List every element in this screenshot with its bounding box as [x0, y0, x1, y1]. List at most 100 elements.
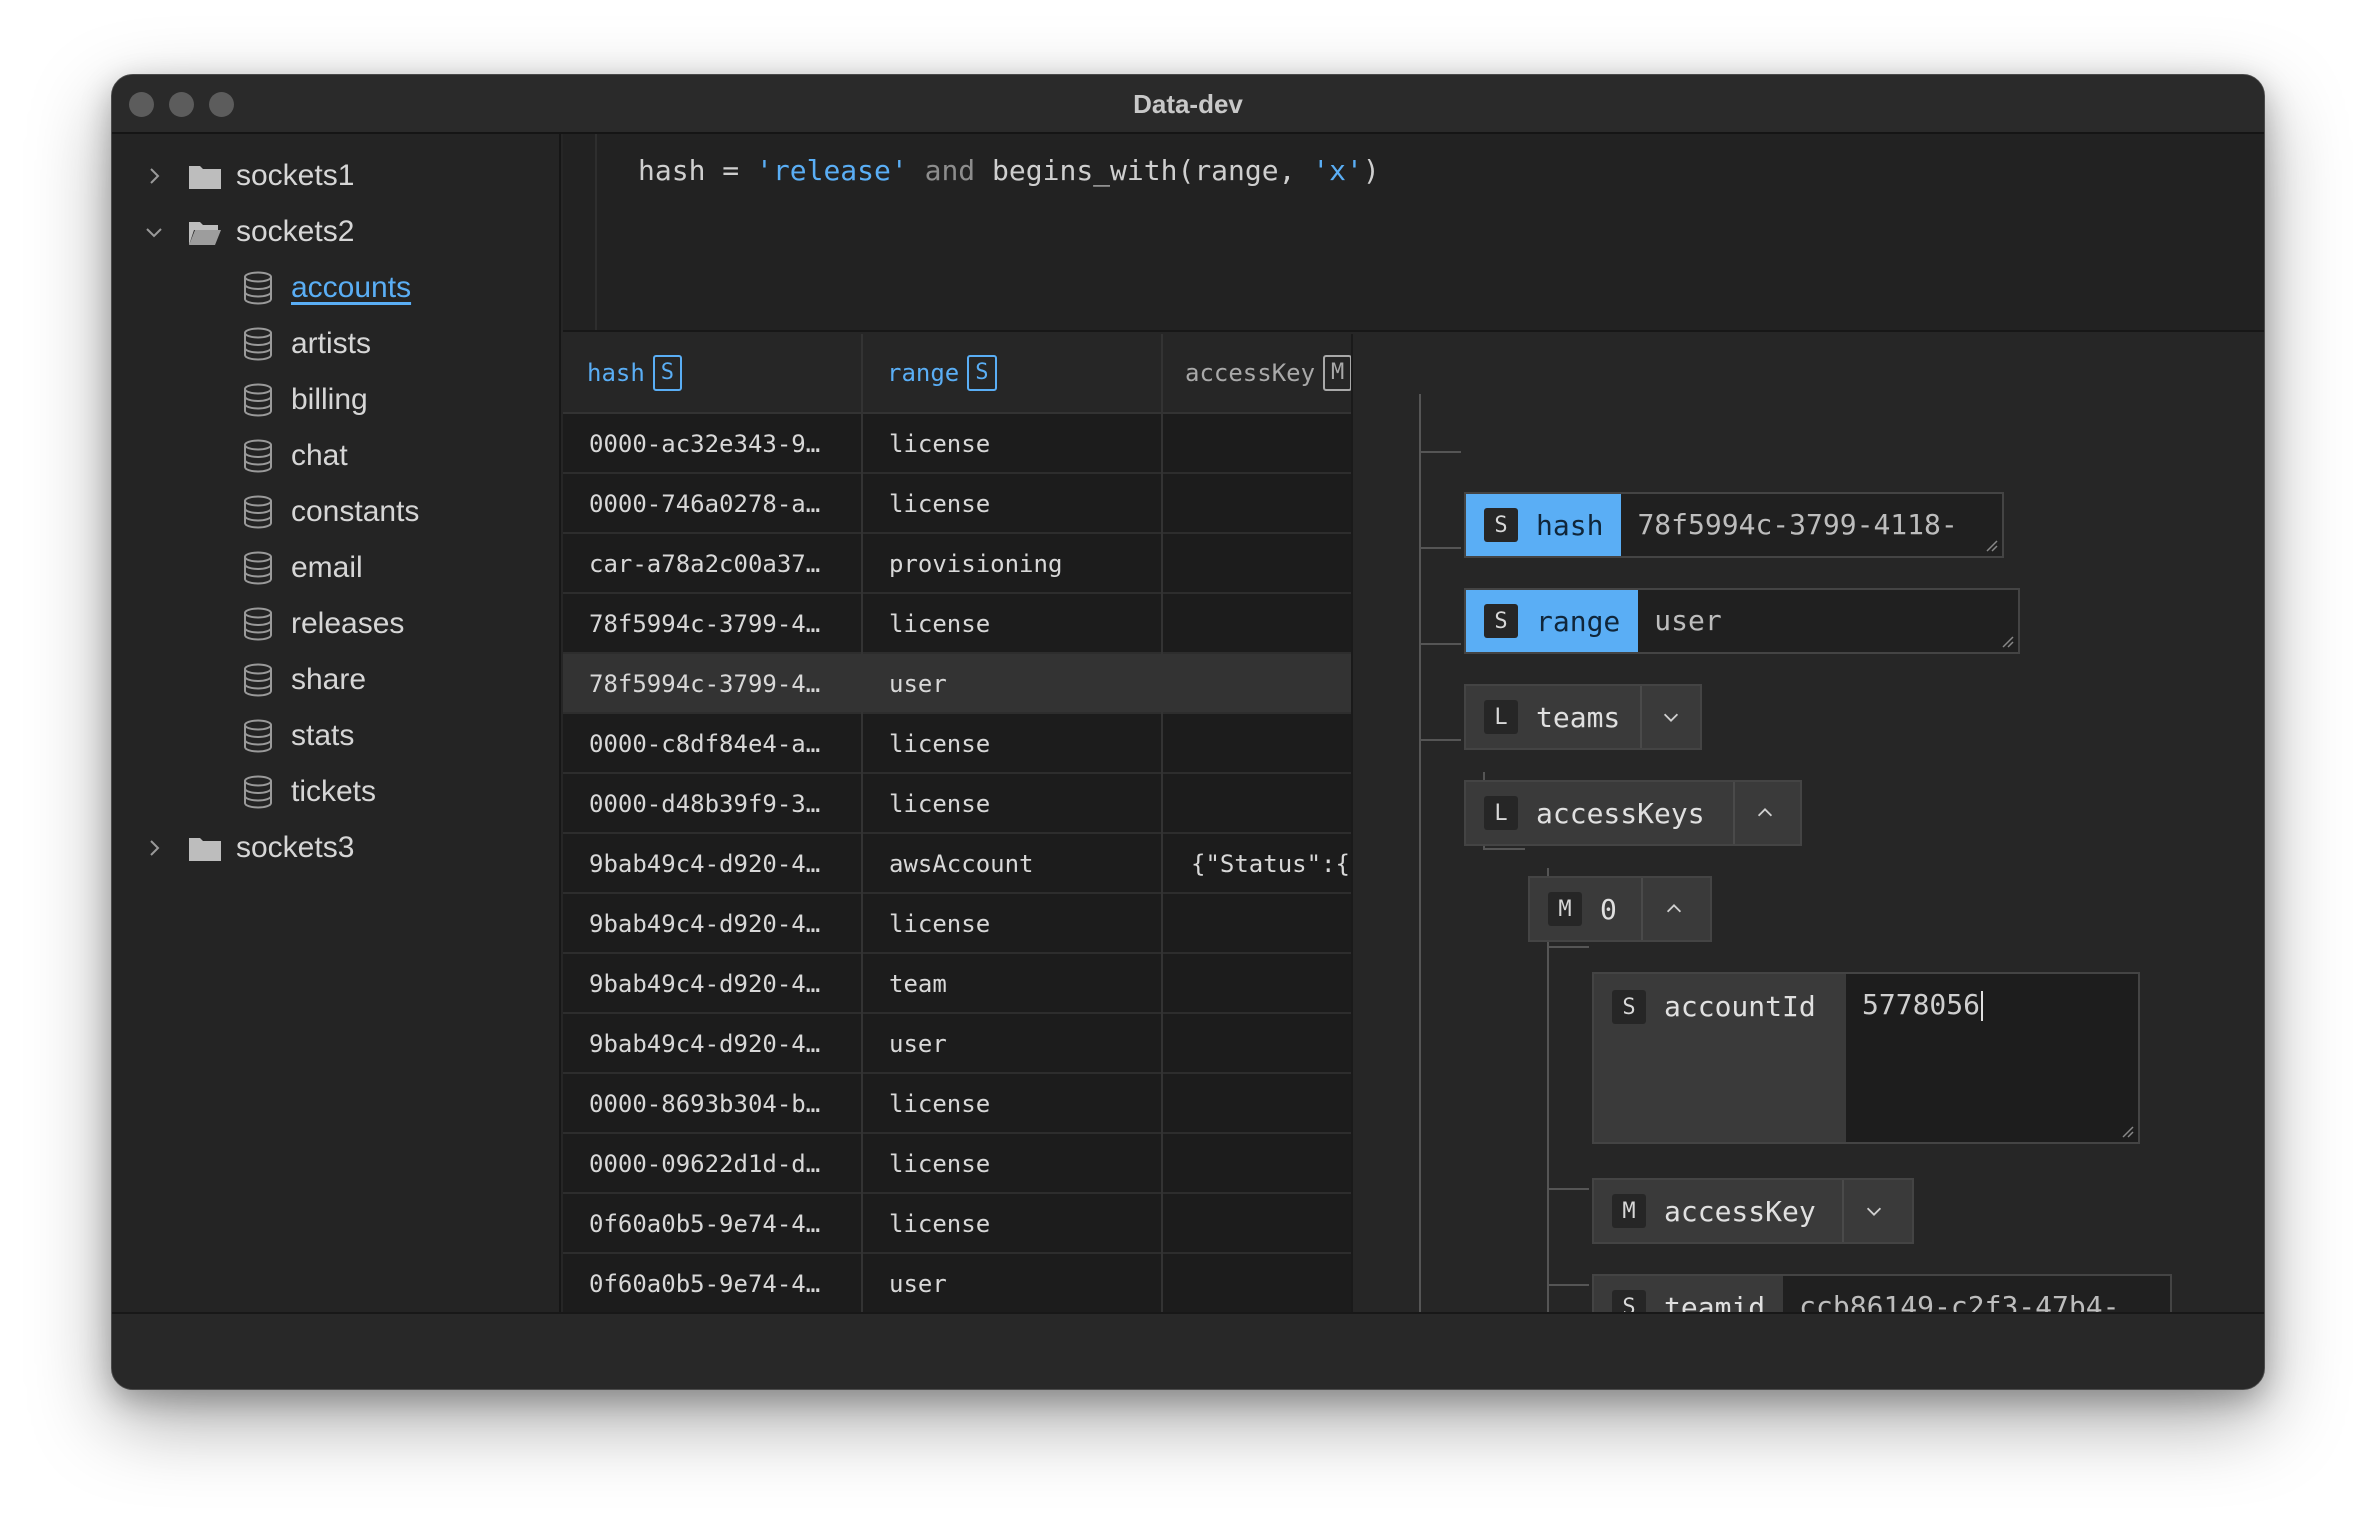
tree-table-chat[interactable]: chat: [243, 431, 348, 481]
collapse-button[interactable]: [1640, 878, 1705, 940]
table-cell[interactable]: awsAccount: [863, 834, 1163, 894]
list-item-0[interactable]: M 0: [1528, 876, 1712, 942]
tree-group-sockets3[interactable]: sockets3: [142, 823, 354, 873]
tree-table-tickets[interactable]: tickets: [243, 767, 376, 817]
table-cell[interactable]: 0f60a0b5-9e74-4…: [563, 1254, 863, 1312]
table-row[interactable]: 9bab49c4-d920-4… awsAccount {"Status":{: [563, 834, 1351, 894]
table-cell[interactable]: provisioning: [863, 534, 1163, 594]
table-row[interactable]: 0000-09622d1d-d… license: [563, 1134, 1351, 1194]
attribute-value-field[interactable]: ccb86149-c2f3-47b4-: [1783, 1276, 2170, 1312]
table-cell[interactable]: [1163, 1014, 1351, 1074]
table-cell[interactable]: 78f5994c-3799-4…: [563, 654, 863, 714]
attribute-value-field[interactable]: user: [1638, 590, 2018, 652]
table-cell[interactable]: license: [863, 474, 1163, 534]
table-cell[interactable]: car-a78a2c00a37…: [563, 534, 863, 594]
query-text[interactable]: hash = 'release' and begins_with(range, …: [638, 154, 1380, 187]
tree-table-constants[interactable]: constants: [243, 487, 419, 537]
table-cell[interactable]: 0000-09622d1d-d…: [563, 1134, 863, 1194]
tree-table-share[interactable]: share: [243, 655, 366, 705]
tree-table-stats[interactable]: stats: [243, 711, 354, 761]
tree-group-sockets1[interactable]: sockets1: [142, 151, 354, 201]
table-cell[interactable]: 0000-c8df84e4-a…: [563, 714, 863, 774]
resize-handle-icon[interactable]: [1984, 538, 1998, 552]
table-cell[interactable]: license: [863, 894, 1163, 954]
table-cell[interactable]: [1163, 954, 1351, 1014]
table-cell[interactable]: [1163, 894, 1351, 954]
table-cell[interactable]: 0000-746a0278-a…: [563, 474, 863, 534]
table-row[interactable]: 0f60a0b5-9e74-4… license: [563, 1194, 1351, 1254]
table-row[interactable]: 0000-ac32e343-9… license: [563, 414, 1351, 474]
tree-group-sockets2[interactable]: sockets2: [142, 207, 354, 257]
table-cell[interactable]: [1163, 654, 1351, 714]
expand-button[interactable]: [1841, 1180, 1904, 1242]
tree-table-artists[interactable]: artists: [243, 319, 371, 369]
table-row[interactable]: 78f5994c-3799-4… user: [563, 654, 1351, 714]
table-cell[interactable]: {"Status":{: [1163, 834, 1351, 894]
table-cell[interactable]: 0000-8693b304-b…: [563, 1074, 863, 1134]
table-cell[interactable]: license: [863, 1194, 1163, 1254]
table-row[interactable]: 78f5994c-3799-4… license: [563, 594, 1351, 654]
table-cell[interactable]: [1163, 1194, 1351, 1254]
resize-handle-icon[interactable]: [2120, 1124, 2134, 1138]
table-cell[interactable]: 0000-ac32e343-9…: [563, 414, 863, 474]
table-cell[interactable]: license: [863, 774, 1163, 834]
table-row[interactable]: 0000-d48b39f9-3… license: [563, 774, 1351, 834]
table-cell[interactable]: [1163, 714, 1351, 774]
table-cell[interactable]: [1163, 1074, 1351, 1134]
table-cell[interactable]: [1163, 414, 1351, 474]
attribute-value-field[interactable]: 78f5994c-3799-4118-: [1621, 494, 2002, 556]
table-row[interactable]: 0000-746a0278-a… license: [563, 474, 1351, 534]
table-row[interactable]: car-a78a2c00a37… provisioning: [563, 534, 1351, 594]
table-cell[interactable]: [1163, 1254, 1351, 1312]
table-cell[interactable]: [1163, 774, 1351, 834]
table-cell[interactable]: [1163, 534, 1351, 594]
attribute-range[interactable]: S range user: [1464, 588, 2020, 654]
column-header-accesskey[interactable]: accessKey M: [1163, 334, 1351, 414]
chevron-down-icon[interactable]: [142, 220, 166, 244]
table-cell[interactable]: 9bab49c4-d920-4…: [563, 954, 863, 1014]
collapse-button[interactable]: [1732, 782, 1795, 844]
tree-table-releases[interactable]: releases: [243, 599, 404, 649]
table-cell[interactable]: license: [863, 594, 1163, 654]
attribute-teams[interactable]: L teams: [1464, 684, 1702, 750]
attribute-accesskey[interactable]: M accessKey: [1592, 1178, 1914, 1244]
table-cell[interactable]: [1163, 474, 1351, 534]
table-cell[interactable]: [1163, 1134, 1351, 1194]
expand-button[interactable]: [1640, 686, 1700, 748]
table-cell[interactable]: [1163, 594, 1351, 654]
table-cell[interactable]: 0000-d48b39f9-3…: [563, 774, 863, 834]
table-cell[interactable]: 78f5994c-3799-4…: [563, 594, 863, 654]
chevron-right-icon[interactable]: [142, 836, 166, 860]
chevron-right-icon[interactable]: [142, 164, 166, 188]
table-row[interactable]: 0000-8693b304-b… license: [563, 1074, 1351, 1134]
attribute-hash[interactable]: S hash 78f5994c-3799-4118-: [1464, 492, 2004, 558]
table-cell[interactable]: user: [863, 654, 1163, 714]
attribute-accesskeys[interactable]: L accessKeys: [1464, 780, 1802, 846]
table-cell[interactable]: user: [863, 1014, 1163, 1074]
table-row[interactable]: 9bab49c4-d920-4… user: [563, 1014, 1351, 1074]
table-cell[interactable]: user: [863, 1254, 1163, 1312]
table-cell[interactable]: 9bab49c4-d920-4…: [563, 1014, 863, 1074]
tree-table-billing[interactable]: billing: [243, 375, 368, 425]
attribute-teamid[interactable]: S teamid ccb86149-c2f3-47b4-: [1592, 1274, 2172, 1312]
attribute-accountid[interactable]: S accountId 5778056: [1592, 972, 2140, 1144]
table-row[interactable]: 9bab49c4-d920-4… team: [563, 954, 1351, 1014]
resize-handle-icon[interactable]: [2000, 634, 2014, 648]
table-row[interactable]: 9bab49c4-d920-4… license: [563, 894, 1351, 954]
column-header-range[interactable]: range S: [863, 334, 1163, 414]
table-row[interactable]: 0f60a0b5-9e74-4… user: [563, 1254, 1351, 1312]
table-cell[interactable]: license: [863, 1134, 1163, 1194]
table-cell[interactable]: team: [863, 954, 1163, 1014]
table-cell[interactable]: license: [863, 414, 1163, 474]
table-row[interactable]: 0000-c8df84e4-a… license: [563, 714, 1351, 774]
tree-table-email[interactable]: email: [243, 543, 363, 593]
table-cell[interactable]: 9bab49c4-d920-4…: [563, 894, 863, 954]
attribute-value-field[interactable]: 5778056: [1846, 974, 2138, 1142]
table-cell[interactable]: license: [863, 714, 1163, 774]
tree-table-accounts[interactable]: accounts: [243, 263, 411, 313]
column-header-hash[interactable]: hash S: [563, 334, 863, 414]
query-editor[interactable]: hash = 'release' and begins_with(range, …: [563, 134, 2264, 332]
table-cell[interactable]: 0f60a0b5-9e74-4…: [563, 1194, 863, 1254]
table-cell[interactable]: license: [863, 1074, 1163, 1134]
table-cell[interactable]: 9bab49c4-d920-4…: [563, 834, 863, 894]
